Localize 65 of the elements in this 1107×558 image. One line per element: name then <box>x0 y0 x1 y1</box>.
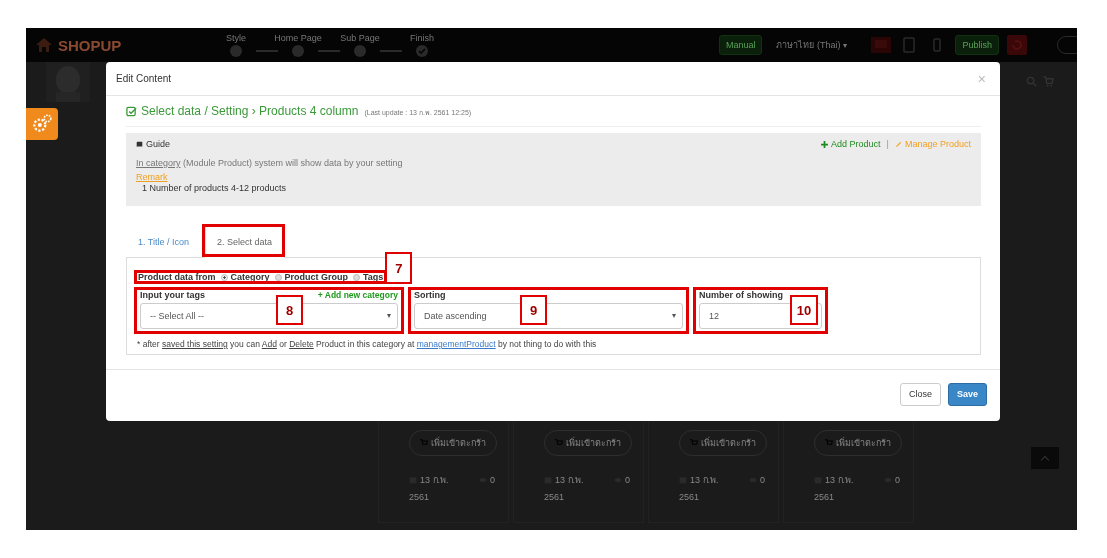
radio-option[interactable]: Category <box>220 272 270 282</box>
desktop-icon[interactable] <box>871 37 892 53</box>
step-label: Style <box>226 33 246 43</box>
field-label: Number of showing <box>699 290 783 300</box>
note-text: * after saved this setting you can Add or Delete Product in this category at managementProduct by not thing to do with this <box>137 339 598 349</box>
step-dot-icon <box>292 45 304 57</box>
logo-text: SHOPUP <box>58 36 122 54</box>
field-label: Input your tags <box>140 290 205 300</box>
cart-icon <box>690 439 698 447</box>
caret-icon <box>672 314 676 318</box>
cart-icon <box>825 439 833 447</box>
check-circle-icon <box>416 45 428 57</box>
field-label: Sorting <box>414 290 446 300</box>
post-year: 2561 <box>544 492 566 502</box>
post-year: 2561 <box>679 492 701 502</box>
refresh-icon[interactable] <box>1007 35 1027 55</box>
annotation-number: 7 <box>385 252 413 284</box>
annotation-number: 9 <box>520 295 547 325</box>
step-dot-icon <box>354 45 366 57</box>
post-date: 13 ก.พ. <box>420 474 450 487</box>
checkbox-icon <box>126 105 137 117</box>
radio-option[interactable]: Product Group <box>274 272 349 282</box>
section-heading: Select data / Setting › Products 4 column <box>141 104 359 118</box>
plus-icon <box>821 140 829 148</box>
view-count: 0 <box>760 475 765 485</box>
management-link[interactable]: managementProduct <box>416 339 496 349</box>
guide-text: In category (Module Product) system will show data by your setting <box>136 158 404 168</box>
post-year: 2561 <box>409 492 431 502</box>
post-date: 13 ก.พ. <box>825 474 855 487</box>
scroll-top-button[interactable] <box>1031 447 1059 469</box>
search-icon[interactable] <box>1026 76 1037 87</box>
view-count: 0 <box>490 475 495 485</box>
home-icon <box>36 38 52 52</box>
post-date: 13 ก.พ. <box>690 474 720 487</box>
save-button[interactable]: Save <box>947 382 987 406</box>
view-count: 0 <box>895 475 900 485</box>
remark-text: 1 Number of products 4-12 products <box>142 183 288 193</box>
caret-icon <box>387 314 391 318</box>
post-date: 13 ก.พ. <box>555 474 585 487</box>
dialog-title: Edit Content <box>116 73 172 84</box>
close-button[interactable]: Close <box>899 382 941 406</box>
add-product-link[interactable]: Add Product <box>821 139 881 149</box>
publish-button[interactable]: Publish <box>955 35 999 55</box>
language-dropdown[interactable]: ภาษาไทย (Thai) <box>770 37 854 53</box>
step-dot-icon <box>230 45 242 57</box>
view-count: 0 <box>625 475 630 485</box>
settings-icon <box>31 113 53 135</box>
step-label: Sub Page <box>340 33 380 43</box>
pencil-icon <box>894 140 902 148</box>
caret-icon <box>843 43 848 48</box>
link-separator: | <box>886 139 889 149</box>
guide-title: Guide <box>146 139 171 149</box>
tab[interactable]: 1. Title / Icon <box>126 225 202 258</box>
post-year: 2561 <box>814 492 836 502</box>
annotation-number: 10 <box>790 295 818 325</box>
manual-button[interactable]: Manual <box>718 35 763 55</box>
cart-icon[interactable] <box>1043 76 1054 87</box>
add-category-link[interactable]: + Add new category <box>317 290 398 300</box>
field-label: Product data from <box>138 272 216 282</box>
step-label: Home Page <box>274 33 322 43</box>
annotation-number: 8 <box>276 295 303 325</box>
cart-icon <box>420 439 428 447</box>
step-label: Finish <box>410 33 434 43</box>
cart-icon <box>555 439 563 447</box>
settings-button[interactable] <box>26 108 58 140</box>
